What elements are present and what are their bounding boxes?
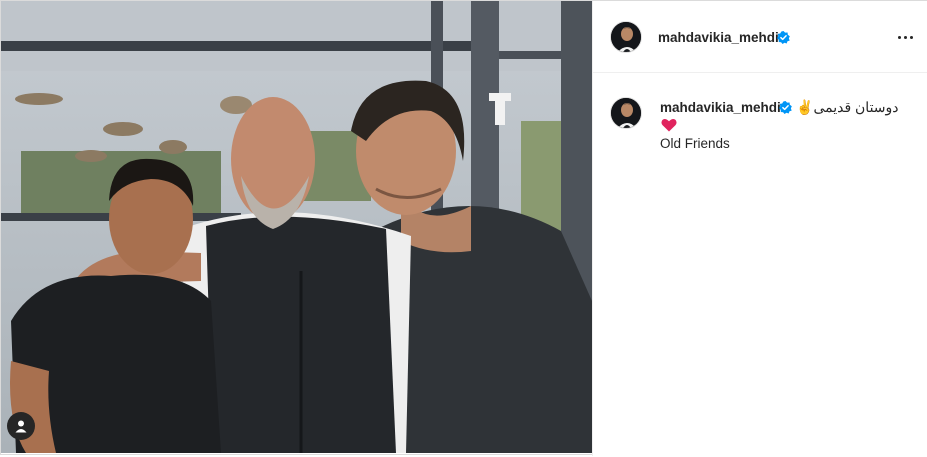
more-options-icon[interactable]	[894, 28, 916, 46]
caption-persian: دوستان قدیمی	[813, 99, 899, 115]
person-tag-icon[interactable]	[7, 412, 35, 440]
username[interactable]: mahdavikia_mehdi	[658, 30, 779, 45]
avatar-image	[611, 22, 641, 52]
caption-english: Old Friends	[660, 136, 730, 151]
person-tag-glyph	[15, 420, 27, 433]
red-heart-emoji	[661, 119, 677, 132]
caption-username[interactable]: mahdavikia_mehdi	[660, 100, 781, 115]
avatar-image	[611, 98, 641, 128]
dot	[897, 35, 901, 39]
victory-hand-emoji: ✌	[796, 99, 814, 115]
verified-badge-icon	[777, 31, 790, 44]
dot	[909, 35, 913, 39]
avatar[interactable]	[610, 21, 642, 53]
caption-persian-text: دوستان قدیمی✌	[796, 99, 899, 116]
post-header: mahdavikia_mehdi	[593, 1, 927, 73]
verified-badge-icon	[779, 101, 792, 114]
caption-avatar[interactable]	[610, 97, 642, 129]
dot	[903, 35, 907, 39]
post-photo[interactable]	[1, 1, 592, 453]
post-modal: mahdavikia_mehdi mahdavikia_mehdi دوستان…	[0, 0, 927, 456]
post-sidebar: mahdavikia_mehdi mahdavikia_mehdi دوستان…	[592, 1, 927, 456]
photo-illustration	[1, 1, 592, 453]
